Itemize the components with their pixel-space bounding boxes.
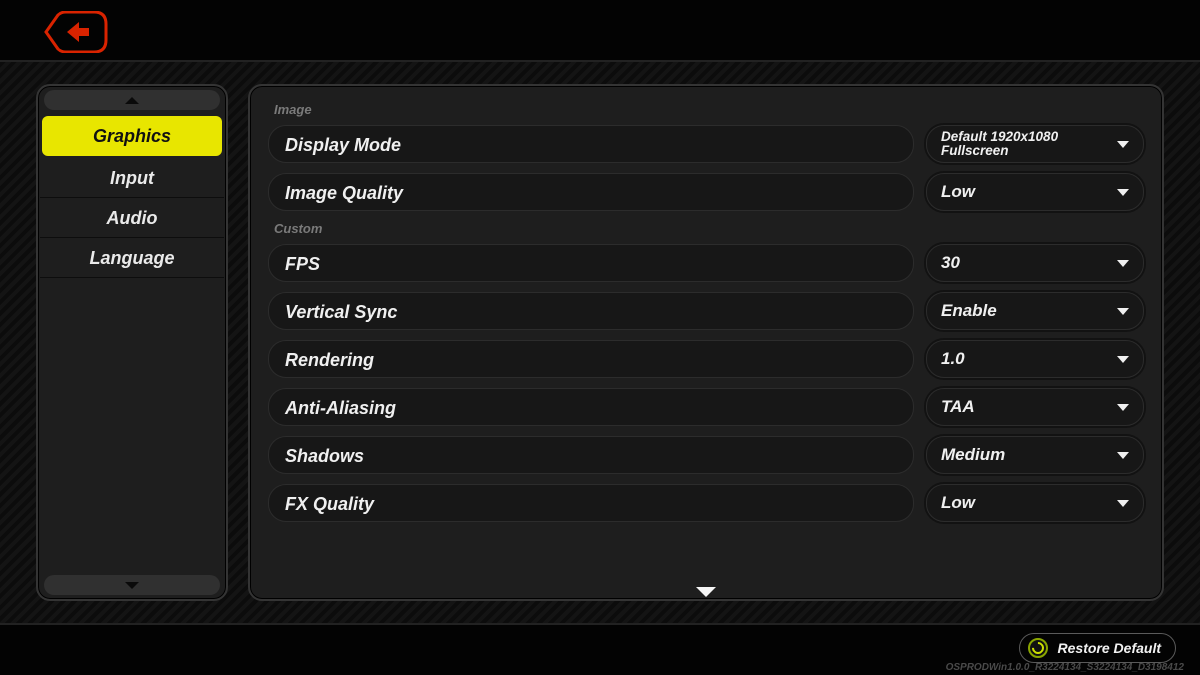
row-fps: FPS 30	[268, 244, 1144, 282]
label-display-mode: Display Mode	[268, 125, 914, 163]
label-anti-aliasing: Anti-Aliasing	[268, 388, 914, 426]
sidebar-nav-list: Graphics Input Audio Language	[38, 114, 226, 278]
restore-icon	[1028, 638, 1048, 658]
value-display-mode: Default 1920x1080 Fullscreen	[941, 130, 1058, 158]
select-fx-quality[interactable]: Low	[926, 484, 1144, 522]
label-fps: FPS	[268, 244, 914, 282]
settings-sidebar: Graphics Input Audio Language	[36, 84, 228, 601]
label-shadows: Shadows	[268, 436, 914, 474]
restore-default-button[interactable]: Restore Default	[1019, 633, 1176, 663]
select-anti-aliasing[interactable]: TAA	[926, 388, 1144, 426]
row-rendering: Rendering 1.0	[268, 340, 1144, 378]
label-image-quality: Image Quality	[268, 173, 914, 211]
value-shadows: Medium	[941, 446, 1005, 464]
label-vsync: Vertical Sync	[268, 292, 914, 330]
value-fps: 30	[941, 254, 960, 272]
value-rendering: 1.0	[941, 350, 965, 368]
select-display-mode[interactable]: Default 1920x1080 Fullscreen	[926, 125, 1144, 163]
row-fx-quality: FX Quality Low	[268, 484, 1144, 522]
label-rendering: Rendering	[268, 340, 914, 378]
sidebar-item-input[interactable]: Input	[40, 158, 224, 198]
sidebar-item-language[interactable]: Language	[40, 238, 224, 278]
chevron-down-icon	[1117, 404, 1129, 411]
section-image-header: Image	[274, 102, 1144, 117]
chevron-up-icon	[125, 97, 139, 104]
chevron-down-icon	[1117, 452, 1129, 459]
chevron-down-icon	[1117, 308, 1129, 315]
main-area: Graphics Input Audio Language Image Disp…	[0, 62, 1200, 623]
select-vsync[interactable]: Enable	[926, 292, 1144, 330]
chevron-down-icon	[1117, 356, 1129, 363]
restore-default-label: Restore Default	[1058, 640, 1161, 656]
select-rendering[interactable]: 1.0	[926, 340, 1144, 378]
label-fx-quality: FX Quality	[268, 484, 914, 522]
back-button[interactable]	[38, 11, 108, 53]
row-anti-aliasing: Anti-Aliasing TAA	[268, 388, 1144, 426]
top-bar	[0, 0, 1200, 62]
select-fps[interactable]: 30	[926, 244, 1144, 282]
value-image-quality: Low	[941, 183, 975, 201]
select-shadows[interactable]: Medium	[926, 436, 1144, 474]
select-image-quality[interactable]: Low	[926, 173, 1144, 211]
row-shadows: Shadows Medium	[268, 436, 1144, 474]
sidebar-scroll-down[interactable]	[44, 575, 220, 595]
section-custom-header: Custom	[274, 221, 1144, 236]
bottom-bar: Restore Default OSPRODWin1.0.0_R3224134_…	[0, 623, 1200, 675]
chevron-down-icon	[1117, 500, 1129, 507]
value-anti-aliasing: TAA	[941, 398, 975, 416]
sidebar-item-graphics[interactable]: Graphics	[42, 116, 222, 156]
chevron-down-icon	[125, 582, 139, 589]
row-image-quality: Image Quality Low	[268, 173, 1144, 211]
sidebar-scroll-up[interactable]	[44, 90, 220, 110]
value-fx-quality: Low	[941, 494, 975, 512]
settings-panel: Image Display Mode Default 1920x1080 Ful…	[248, 84, 1164, 601]
content-scroll-down[interactable]	[696, 587, 716, 597]
version-text: OSPRODWin1.0.0_R3224134_S3224134_D319841…	[946, 662, 1184, 673]
sidebar-item-audio[interactable]: Audio	[40, 198, 224, 238]
row-display-mode: Display Mode Default 1920x1080 Fullscree…	[268, 125, 1144, 163]
chevron-down-icon	[1117, 260, 1129, 267]
chevron-down-icon	[1117, 189, 1129, 196]
row-vsync: Vertical Sync Enable	[268, 292, 1144, 330]
back-icon	[38, 11, 108, 53]
chevron-down-icon	[1117, 141, 1129, 148]
value-vsync: Enable	[941, 302, 997, 320]
